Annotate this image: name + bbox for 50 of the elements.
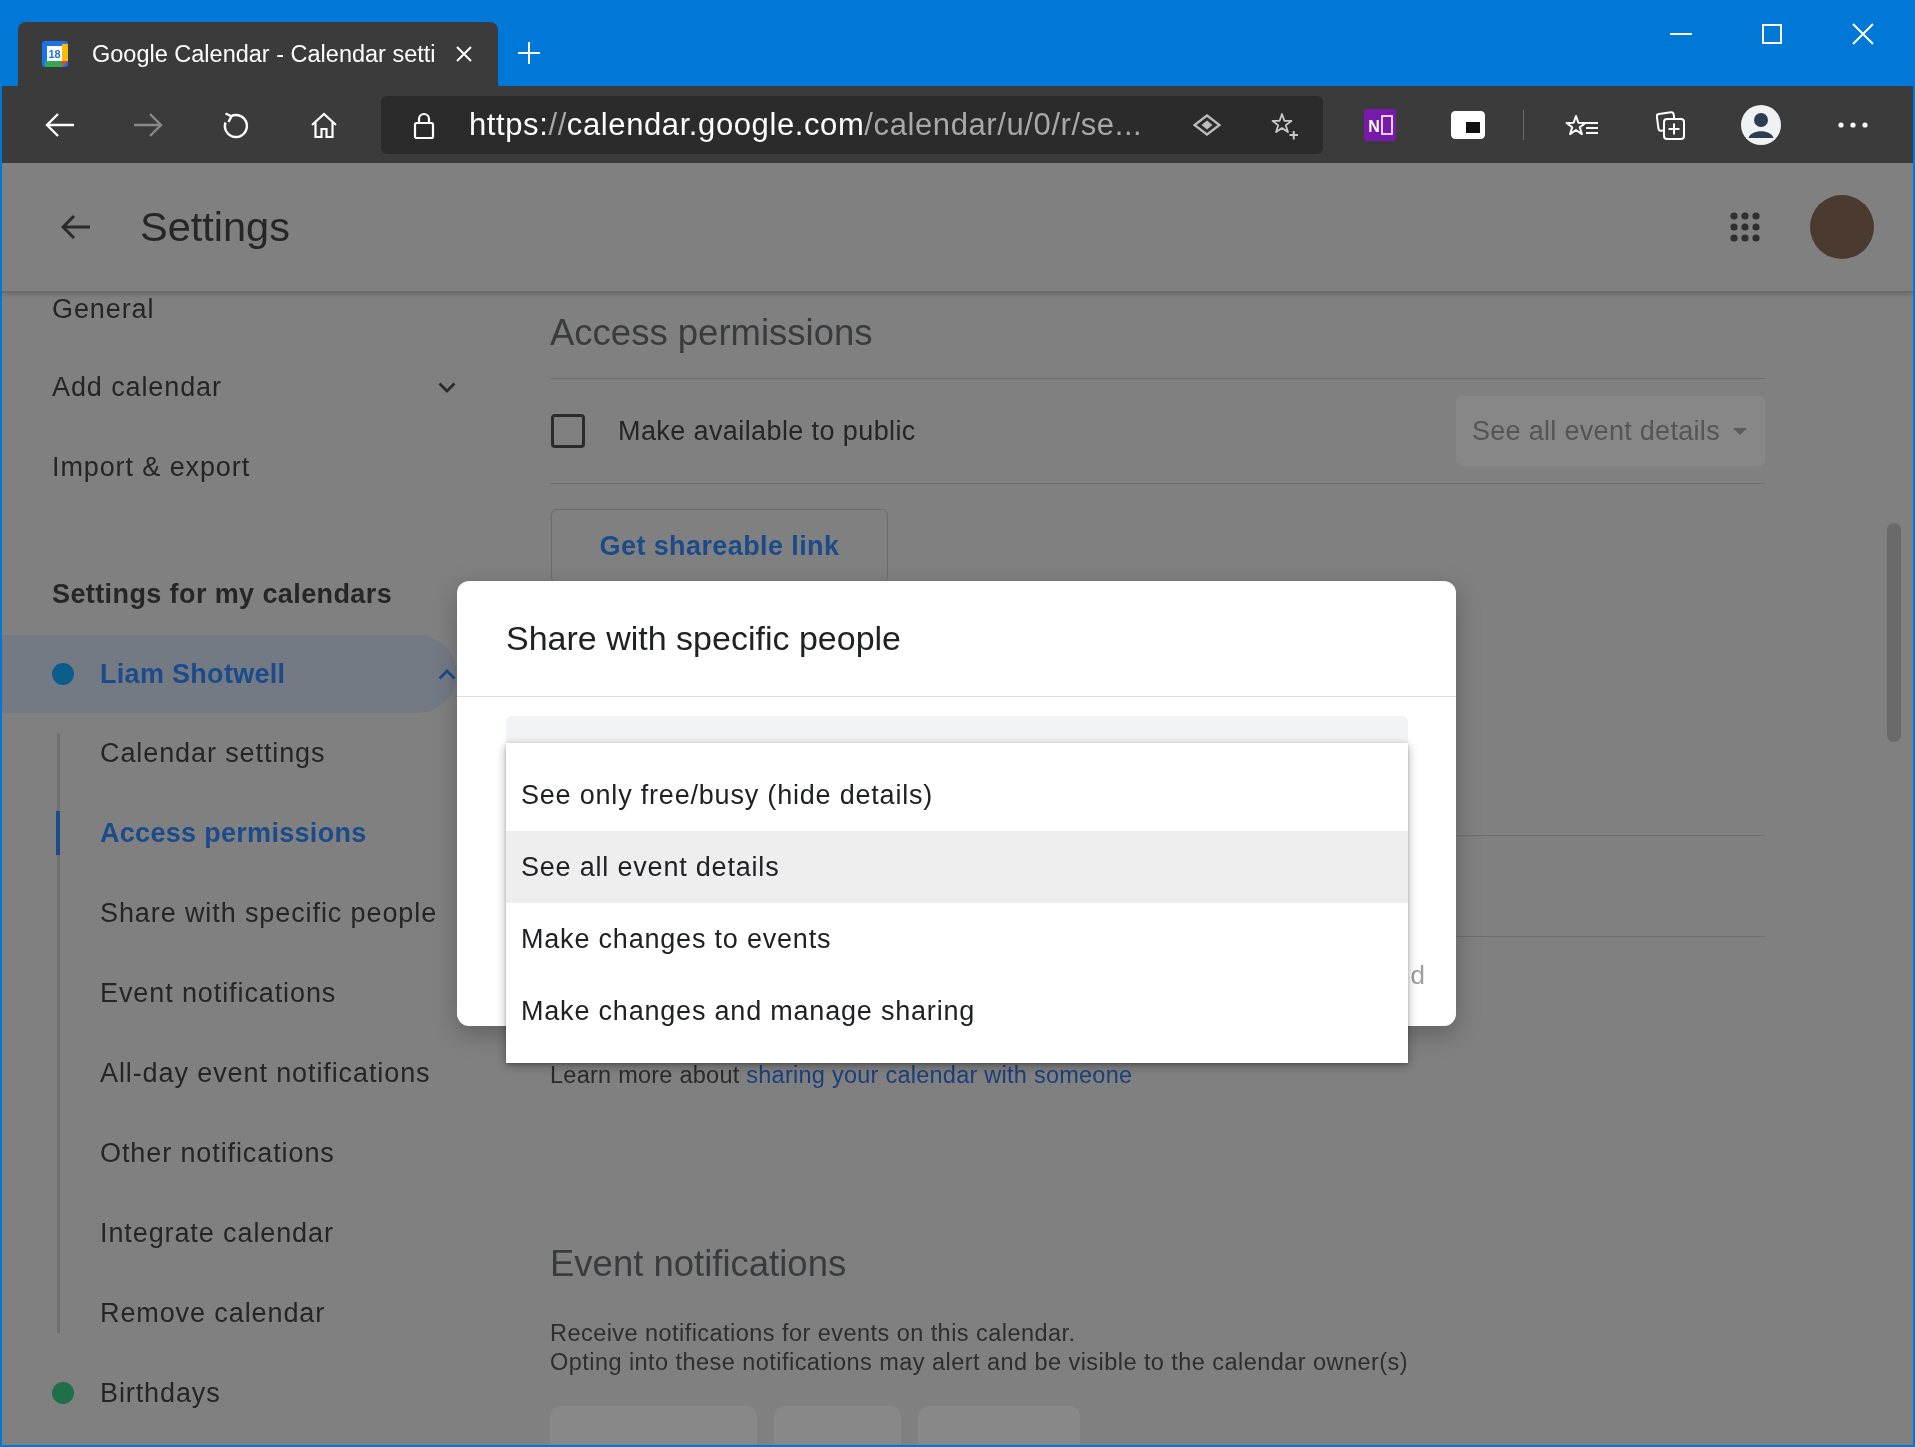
extension-icon[interactable]: N [1364,108,1396,141]
section-heading: Event notifications [550,1244,847,1284]
help-text: Learn more about sharing your calendar with someone [550,1063,1133,1087]
browser-tab[interactable]: 18 Google Calendar - Calendar setti [18,22,498,86]
lock-icon[interactable] [413,110,435,139]
profile-icon[interactable] [1741,104,1781,145]
calendar-icon: 18 [42,41,68,67]
sidebar-subitem[interactable]: Access permissions [56,793,457,873]
sidebar-subitem[interactable]: Event notifications [56,953,457,1033]
page-title: Settings [140,203,290,251]
sidebar-subitem[interactable]: Other notifications [56,1113,457,1193]
caret-icon [1733,427,1747,435]
description-text: Receive notifications for events on this calendar. [550,1320,1076,1346]
diamond-icon[interactable] [1193,113,1221,136]
chevron-down-icon[interactable] [438,381,456,393]
checkbox-label: Make available to public [618,415,916,447]
url-text[interactable]: https://calendar.google.com/calendar/u/0/r/se... [469,106,1143,143]
plus-icon[interactable] [518,42,540,64]
sidebar-subitem[interactable]: Calendar settings [56,713,457,793]
close-icon[interactable] [456,46,472,62]
dialog-title: Share with specific people [506,619,901,658]
refresh-icon[interactable] [222,110,250,139]
input-field[interactable] [506,716,1408,744]
description-text: Opting into these notifications may alert and be visible to the calendar owner(s) [550,1349,1409,1375]
picture-in-picture-icon[interactable] [1451,110,1485,139]
sidebar-subitem[interactable]: Share with specific people [56,873,457,953]
help-link[interactable]: sharing your calendar with someone [746,1062,1133,1088]
chevron-up-icon[interactable] [438,668,456,680]
sidebar-subitem[interactable]: Remove calendar [56,1273,457,1353]
sidebar-item[interactable]: Add calendar [2,347,457,427]
home-icon[interactable] [310,110,338,139]
minimize-icon[interactable] [1669,33,1692,35]
section-heading: Access permissions [550,313,873,353]
address-bar[interactable]: https://calendar.google.com/calendar/u/0/r/se... [381,95,1323,154]
menu-item[interactable]: Make changes and manage sharing [506,975,1408,1047]
sidebar-subitem[interactable]: Integrate calendar [56,1193,457,1273]
checkbox[interactable] [551,414,585,448]
menu-item[interactable]: See all event details [506,831,1408,903]
sidebar-subitem[interactable]: All-day event notifications [56,1033,457,1113]
sidebar-item[interactable]: Import & export [2,427,457,507]
calendar-item[interactable]: Birthdays [2,1353,457,1433]
menu-item[interactable]: Make changes to events [506,903,1408,975]
collections-icon[interactable] [1656,109,1686,140]
apps-grid-icon[interactable] [1730,212,1760,242]
calendar-item[interactable]: Liam Shotwell [2,635,457,713]
maximize-icon[interactable] [1761,24,1782,44]
sidebar-item[interactable]: General [2,293,457,347]
menu-item[interactable]: See only free/busy (hide details) [506,759,1408,831]
more-icon[interactable] [1838,121,1868,128]
section-title: Settings for my calendars [51,577,394,611]
